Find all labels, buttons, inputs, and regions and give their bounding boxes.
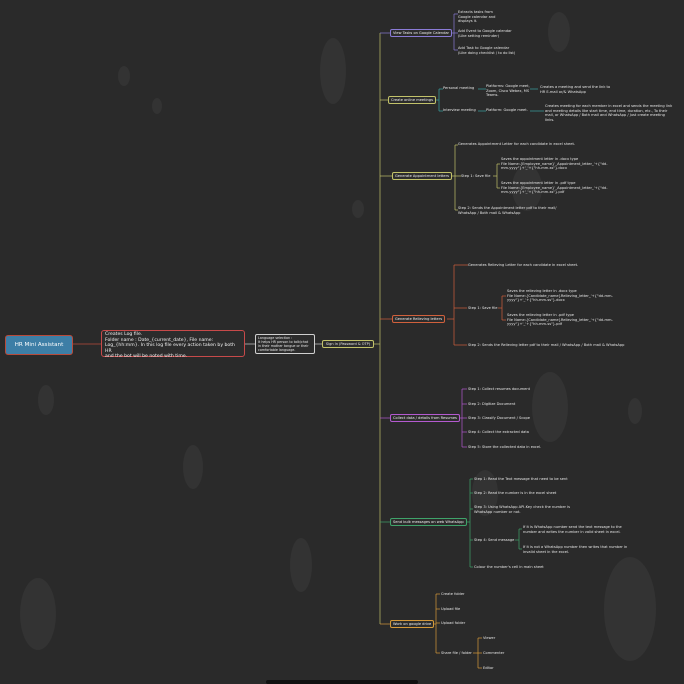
drive-item: Upload file bbox=[441, 607, 461, 611]
appointment-pdf: Saves the appointment letter in .pdf typ… bbox=[501, 181, 608, 195]
view-tasks-item: Extracts tasks from Google calendar and … bbox=[458, 10, 496, 24]
collect-step: Step 3: Classify Document / Scope bbox=[468, 416, 530, 420]
sign-in-node[interactable]: Sign In (Password & OTP) bbox=[322, 340, 374, 348]
drive-item: Share file / folder bbox=[441, 651, 472, 655]
appointment-docx: Saves the appointment letter in .docx ty… bbox=[501, 157, 608, 171]
personal-meeting-platforms: Platforms: Google meet, Zoom, Cisco Webe… bbox=[486, 84, 530, 98]
personal-meeting: Personal meeting bbox=[443, 86, 475, 90]
branch-collect-resumes[interactable]: Collect data / details from Resumes bbox=[390, 414, 460, 422]
drive-item: Upload folder bbox=[441, 621, 466, 625]
language-selection-node[interactable]: Language selection : It helps HR person … bbox=[255, 334, 315, 354]
bulk-step1: Step 1: Read the Text message that need … bbox=[474, 477, 568, 481]
relieving-step1: Step 1: Save file bbox=[468, 306, 498, 310]
collect-step: Step 1: Collect resumes document bbox=[468, 387, 531, 391]
personal-meeting-result: Creates a meeting and send the link to H… bbox=[540, 85, 611, 94]
interview-meeting-result: Creates meeting for each member in excel… bbox=[545, 104, 673, 122]
interview-meeting: Interview meeting bbox=[443, 108, 476, 112]
view-tasks-item: Add Event to Google calendar (Like setti… bbox=[458, 29, 512, 38]
bulk-final-step: Colour the number's cell in main sheet bbox=[474, 565, 544, 569]
branch-bulk-whatsapp[interactable]: Send bulk messages on web WhatsApp bbox=[390, 518, 467, 526]
bulk-valid-number: If it is WhatsApp number send the text m… bbox=[523, 525, 622, 534]
branch-create-meetings[interactable]: Create online meetings bbox=[388, 96, 436, 104]
appointment-step2: Step 2: Sends the Appointment letter pdf… bbox=[458, 206, 557, 215]
log-file-node[interactable]: Creates Log file. Folder name : Date_{cu… bbox=[101, 330, 245, 359]
bulk-step2: Step 2: Read the number is in the excel … bbox=[474, 491, 557, 495]
branch-appointment-letters[interactable]: Generate Appointment letters bbox=[392, 172, 452, 180]
view-tasks-item: Add Task to Google calendar (Like doing … bbox=[458, 46, 516, 55]
collect-step: Step 5: Store the collected data in exce… bbox=[468, 445, 542, 449]
drive-role: Commenter bbox=[483, 651, 505, 655]
bulk-step3: Step 3: Using WhatsApp API-Key check the… bbox=[474, 505, 571, 514]
bulk-invalid-number: If it is not a WhatsApp number then writ… bbox=[523, 545, 628, 554]
relieving-step2: Step 2: Sends the Relieving letter pdf t… bbox=[468, 343, 625, 347]
relieving-intro: Generates Relieving Letter for each cand… bbox=[468, 263, 579, 267]
drive-item: Create folder bbox=[441, 592, 465, 596]
bulk-step4: Step 4: Send message bbox=[474, 538, 515, 542]
branch-relieving-letters[interactable]: Generate Relieving letters bbox=[392, 315, 446, 323]
branch-view-tasks[interactable]: View Tasks on Google Calendar bbox=[390, 29, 453, 37]
appointment-intro: Generates Appointment Letter for each ca… bbox=[458, 142, 575, 146]
relieving-pdf: Saves the relieving letter in .pdf type … bbox=[507, 313, 613, 327]
root-node[interactable]: HR Mini Assistant bbox=[5, 335, 73, 355]
relieving-docx: Saves the relieving letter in .docx type… bbox=[507, 289, 613, 303]
collect-step: Step 4: Collect the extracted data bbox=[468, 430, 529, 434]
bottom-scrollbar[interactable] bbox=[266, 680, 418, 684]
drive-role: Editor bbox=[483, 666, 494, 670]
branch-google-drive[interactable]: Work on google drive bbox=[390, 620, 435, 628]
appointment-step1: Step 1: Save file bbox=[461, 174, 491, 178]
drive-role: Viewer bbox=[483, 636, 496, 640]
collect-step: Step 2: Digitize Document bbox=[468, 402, 516, 406]
interview-meeting-platform: Platform: Google meet. bbox=[486, 108, 528, 112]
